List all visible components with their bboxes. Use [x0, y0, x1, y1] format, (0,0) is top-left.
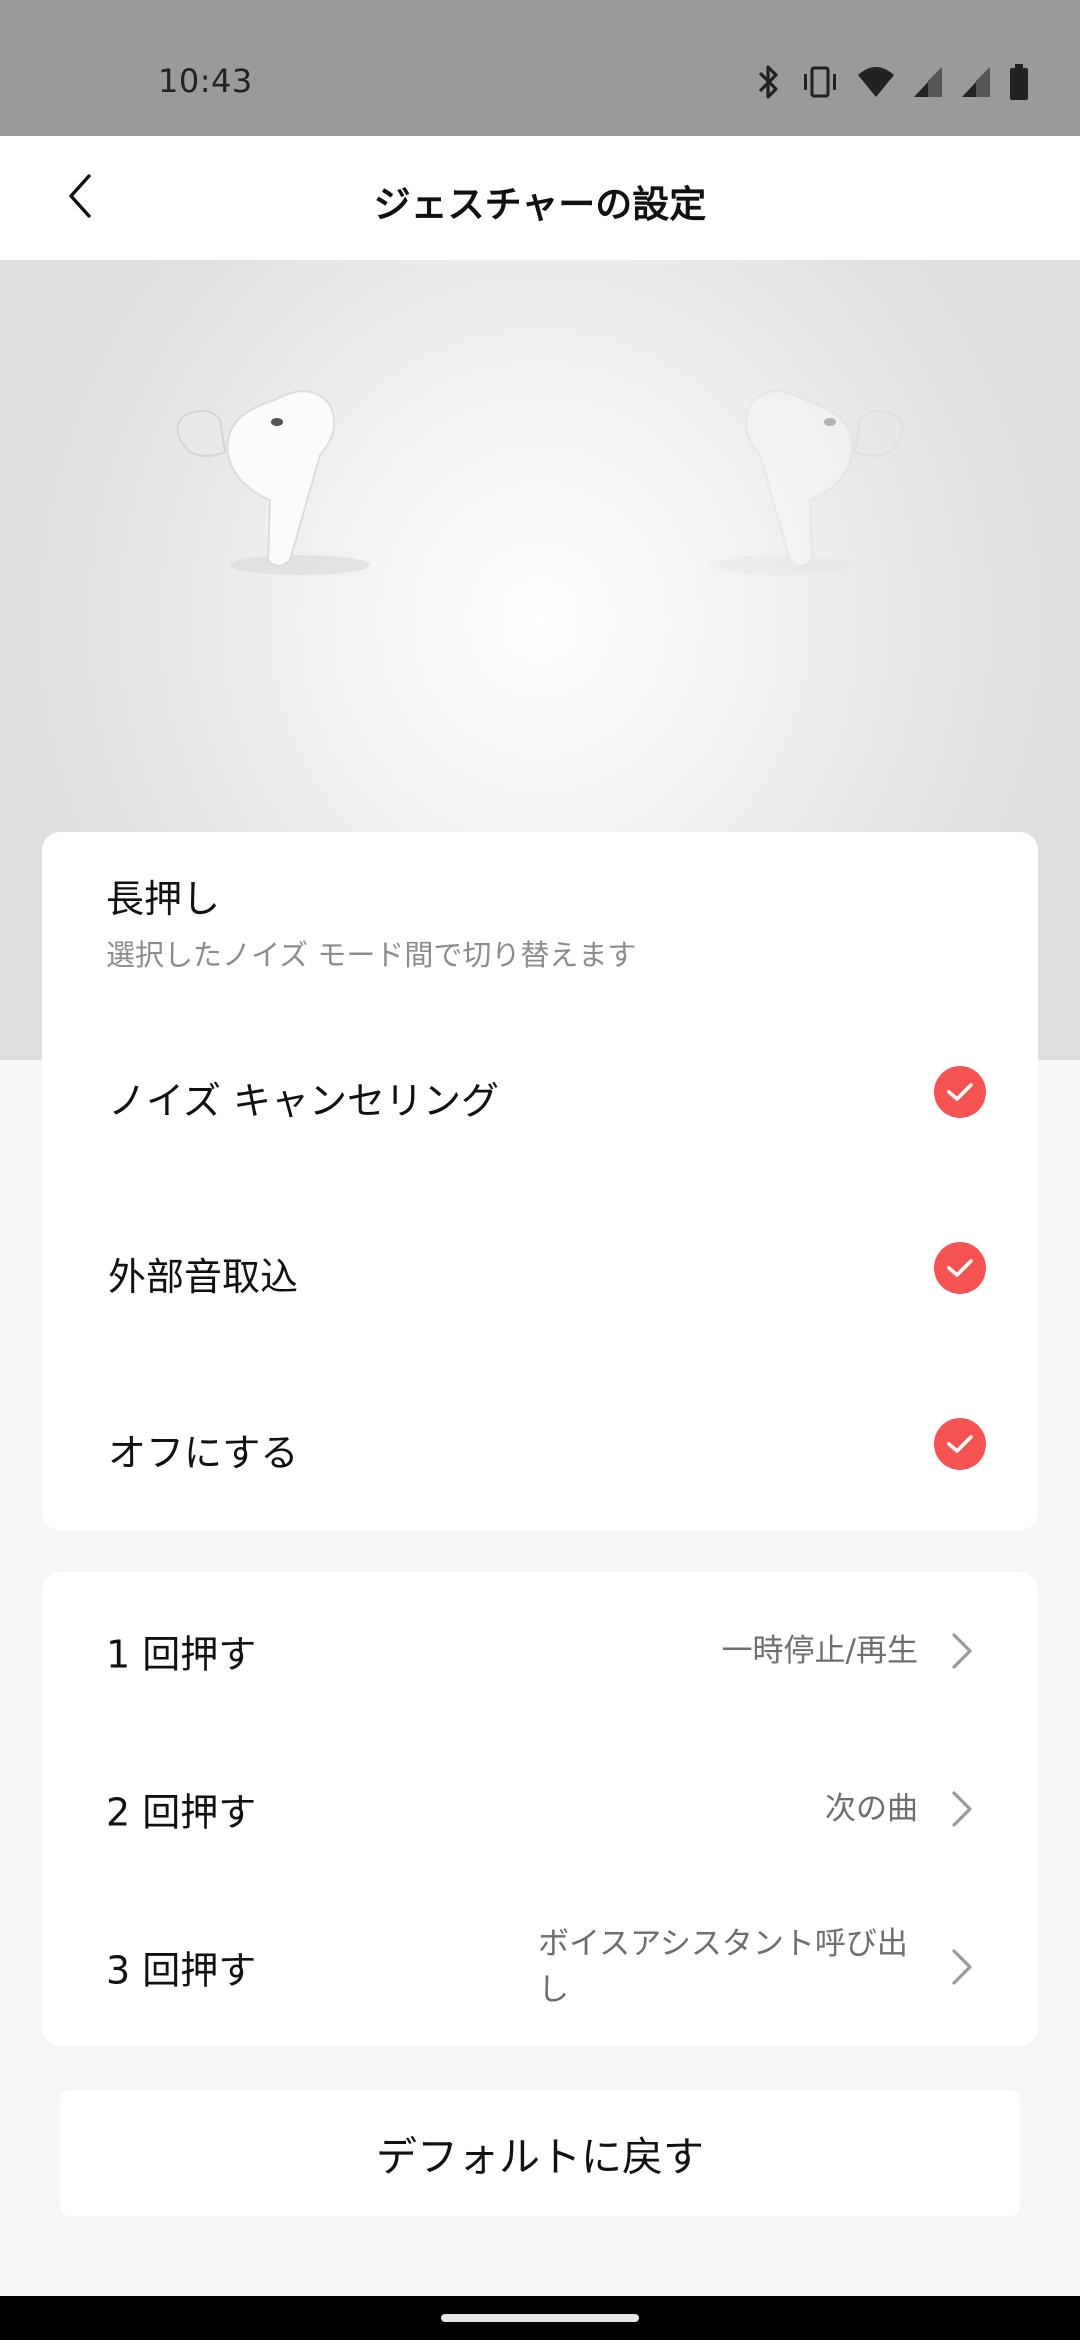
option-label: 外部音取込 [108, 1255, 299, 1299]
signal-icon [960, 65, 992, 99]
option-off[interactable]: オフにする [42, 1384, 1038, 1504]
long-press-title: 長押し [106, 877, 221, 921]
status-icons [754, 60, 1030, 104]
battery-icon [1008, 63, 1030, 101]
checkmark-icon[interactable] [934, 1418, 986, 1470]
option-noise-cancelling[interactable]: ノイズ キャンセリング [42, 1032, 1038, 1152]
press-row-double[interactable]: 2 回押す 次の曲 [42, 1730, 1038, 1888]
left-earbud-image [176, 390, 370, 575]
option-label: ノイズ キャンセリング [108, 1079, 499, 1123]
wifi-icon [856, 65, 896, 99]
press-value: ボイスアシスタント呼び出し [538, 1926, 908, 2008]
checkmark-icon[interactable] [934, 1066, 986, 1118]
status-time: 10:43 [158, 62, 253, 100]
app-header: ジェスチャーの設定 [0, 136, 1080, 260]
option-ambient-sound[interactable]: 外部音取込 [42, 1208, 1038, 1328]
press-row-single[interactable]: 1 回押す 一時停止/再生 [42, 1572, 1038, 1730]
press-row-triple[interactable]: 3 回押す ボイスアシスタント呼び出し [42, 1888, 1038, 2046]
navigation-bar [0, 2296, 1080, 2340]
press-value: 次の曲 [825, 1791, 918, 1827]
press-label: 3 回押す [106, 1948, 257, 1993]
right-earbud-image [710, 390, 904, 575]
checkmark-icon[interactable] [934, 1242, 986, 1294]
page-title: ジェスチャーの設定 [373, 183, 707, 226]
press-actions-card: 1 回押す 一時停止/再生 2 回押す 次の曲 3 回押す ボイスアシスタント呼… [42, 1572, 1038, 2046]
bluetooth-icon [754, 62, 784, 102]
signal-icon [912, 65, 944, 99]
reset-default-button[interactable]: デフォルトに戻す [60, 2090, 1020, 2216]
option-label: オフにする [108, 1431, 299, 1475]
chevron-right-icon [952, 1791, 972, 1827]
press-label: 1 回押す [106, 1632, 257, 1677]
home-indicator[interactable] [441, 2314, 639, 2322]
status-bar: 10:43 [0, 0, 1080, 136]
vibrate-icon [800, 64, 840, 100]
chevron-right-icon [952, 1633, 972, 1669]
long-press-subtitle: 選択したノイズ モード間で切り替えます [106, 938, 637, 972]
press-value: 一時停止/再生 [721, 1633, 918, 1669]
long-press-card: 長押し 選択したノイズ モード間で切り替えます ノイズ キャンセリング 外部音取… [42, 832, 1038, 1530]
screen: 10:43 ジェスチャーの設定 長押し 選択したノイズ モード間で切り替えます … [0, 0, 1080, 2340]
press-label: 2 回押す [106, 1790, 257, 1835]
chevron-right-icon [952, 1949, 972, 1985]
